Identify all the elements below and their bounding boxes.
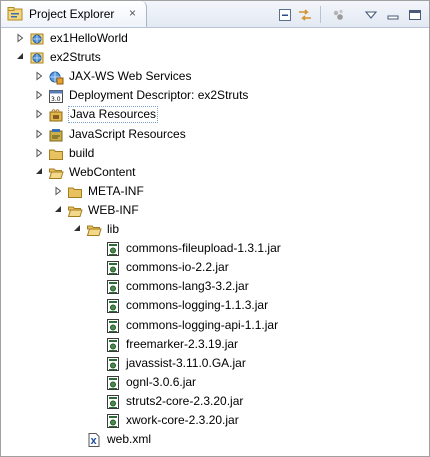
jar-icon bbox=[105, 298, 121, 314]
tree-item[interactable]: 3.0 Deployment Descriptor: ex2Struts bbox=[1, 86, 429, 105]
folder-open-icon bbox=[48, 165, 64, 181]
tree-item-label: ex2Struts bbox=[50, 50, 101, 65]
tree-item-label: commons-io-2.2.jar bbox=[126, 260, 229, 275]
expand-arrow-open-icon[interactable] bbox=[53, 204, 63, 216]
folder-open-icon bbox=[86, 222, 102, 238]
jar-icon bbox=[105, 337, 121, 353]
tree-item-label: Java Resources bbox=[67, 106, 159, 124]
jar-icon bbox=[105, 356, 121, 372]
expand-arrow-closed-icon[interactable] bbox=[34, 108, 44, 120]
tree-item-label: Deployment Descriptor: ex2Struts bbox=[69, 88, 249, 103]
tree-item-label: lib bbox=[107, 222, 120, 236]
tree-item-label: WEB-INF bbox=[88, 202, 139, 217]
view-tab-bar: Project Explorer × bbox=[1, 1, 429, 28]
tree-item[interactable]: WEB-INF bbox=[1, 201, 429, 220]
tree-item[interactable]: ognl-3.0.6.jar bbox=[1, 373, 429, 392]
tree-item[interactable]: commons-logging-1.1.3.jar bbox=[1, 296, 429, 315]
tree-item-label: build bbox=[69, 145, 95, 160]
expand-arrow-closed-icon[interactable] bbox=[15, 32, 25, 44]
toolbar-separator bbox=[320, 6, 321, 23]
folder-icon bbox=[48, 146, 64, 162]
tree-item[interactable]: JavaScript Resources bbox=[1, 125, 429, 144]
svg-text:X: X bbox=[91, 437, 98, 446]
tree-item-label: JavaScript Resources bbox=[69, 126, 186, 141]
tree-item-label: web.xml bbox=[107, 432, 152, 447]
tree-item-label: commons-lang3-3.2.jar bbox=[126, 279, 249, 294]
minimize-icon[interactable] bbox=[385, 7, 401, 23]
tree-item-label: JAX-WS Web Services bbox=[69, 69, 192, 84]
tree-item[interactable]: WebContent bbox=[1, 163, 429, 182]
view-title: Project Explorer bbox=[29, 7, 115, 21]
project-explorer-icon bbox=[7, 7, 23, 21]
tree-item-label: ognl-3.0.6.jar bbox=[126, 374, 197, 389]
project-explorer-view: Project Explorer × ex1HelloWorld ex2Stru… bbox=[0, 0, 430, 457]
xml-file-icon: X bbox=[86, 432, 102, 448]
tree-item[interactable]: ex2Struts bbox=[1, 48, 429, 67]
tree-item[interactable]: commons-logging-api-1.1.jar bbox=[1, 316, 429, 335]
tree-item-label: freemarker-2.3.19.jar bbox=[126, 336, 239, 351]
tree-item[interactable]: commons-lang3-3.2.jar bbox=[1, 277, 429, 296]
svg-text:3.0: 3.0 bbox=[51, 96, 61, 103]
web-project-icon bbox=[29, 31, 45, 47]
folder-icon bbox=[67, 184, 83, 200]
tree-item[interactable]: lib bbox=[1, 220, 429, 239]
tree-item-label: xwork-core-2.3.20.jar bbox=[126, 413, 239, 427]
expand-arrow-open-icon[interactable] bbox=[72, 223, 82, 235]
tree-item-label: javassist-3.11.0.GA.jar bbox=[126, 355, 246, 370]
maximize-icon[interactable] bbox=[407, 7, 423, 23]
tree-item[interactable]: struts2-core-2.3.20.jar bbox=[1, 392, 429, 411]
tree-item[interactable]: build bbox=[1, 144, 429, 163]
filter-icon[interactable] bbox=[331, 7, 347, 23]
tree-item-label: commons-logging-1.1.3.jar bbox=[126, 298, 269, 313]
jar-icon bbox=[105, 260, 121, 276]
tree-item-label: commons-logging-api-1.1.jar bbox=[126, 317, 279, 332]
tree-item[interactable]: javassist-3.11.0.GA.jar bbox=[1, 354, 429, 373]
collapse-all-icon[interactable] bbox=[277, 7, 293, 23]
expand-arrow-open-icon[interactable] bbox=[34, 166, 44, 178]
expand-arrow-open-icon[interactable] bbox=[15, 51, 25, 63]
tab-project-explorer[interactable]: Project Explorer × bbox=[1, 1, 147, 27]
jar-icon bbox=[105, 375, 121, 391]
expand-arrow-closed-icon[interactable] bbox=[34, 147, 44, 159]
expand-arrow-closed-icon[interactable] bbox=[34, 128, 44, 140]
web-project-icon bbox=[29, 50, 45, 66]
jar-icon bbox=[105, 279, 121, 295]
jar-icon bbox=[105, 413, 121, 429]
jar-icon bbox=[105, 241, 121, 257]
deployment-descriptor-icon: 3.0 bbox=[48, 88, 64, 104]
tree-item[interactable]: Java Resources bbox=[1, 105, 429, 124]
close-icon[interactable]: × bbox=[129, 6, 136, 20]
web-services-icon bbox=[48, 69, 64, 85]
tree-item[interactable]: META-INF bbox=[1, 182, 429, 201]
tree-item[interactable]: Xweb.xml bbox=[1, 430, 429, 449]
tree-item-label: ex1HelloWorld bbox=[50, 31, 128, 45]
tree-item-label: struts2-core-2.3.20.jar bbox=[126, 393, 244, 408]
javascript-resources-icon bbox=[48, 127, 64, 143]
link-with-editor-icon[interactable] bbox=[297, 7, 313, 23]
tree-item-label: WebContent bbox=[69, 164, 136, 179]
expand-arrow-closed-icon[interactable] bbox=[34, 70, 44, 82]
tree-item-label: META-INF bbox=[88, 183, 144, 198]
jar-icon bbox=[105, 318, 121, 334]
view-menu-icon[interactable] bbox=[363, 7, 379, 23]
tree-item[interactable]: ex1HelloWorld bbox=[1, 29, 429, 48]
tree-item-label: commons-fileupload-1.3.1.jar bbox=[126, 241, 281, 256]
jar-icon bbox=[105, 394, 121, 410]
tree-item[interactable]: xwork-core-2.3.20.jar bbox=[1, 411, 429, 430]
tree-item[interactable]: commons-io-2.2.jar bbox=[1, 258, 429, 277]
expand-arrow-closed-icon[interactable] bbox=[34, 89, 44, 101]
tree-item[interactable]: JAX-WS Web Services bbox=[1, 67, 429, 86]
java-resources-icon bbox=[48, 107, 64, 123]
expand-arrow-closed-icon[interactable] bbox=[53, 185, 63, 197]
folder-open-icon bbox=[67, 203, 83, 219]
tree-item[interactable]: freemarker-2.3.19.jar bbox=[1, 335, 429, 354]
tree-item[interactable]: commons-fileupload-1.3.1.jar bbox=[1, 239, 429, 258]
